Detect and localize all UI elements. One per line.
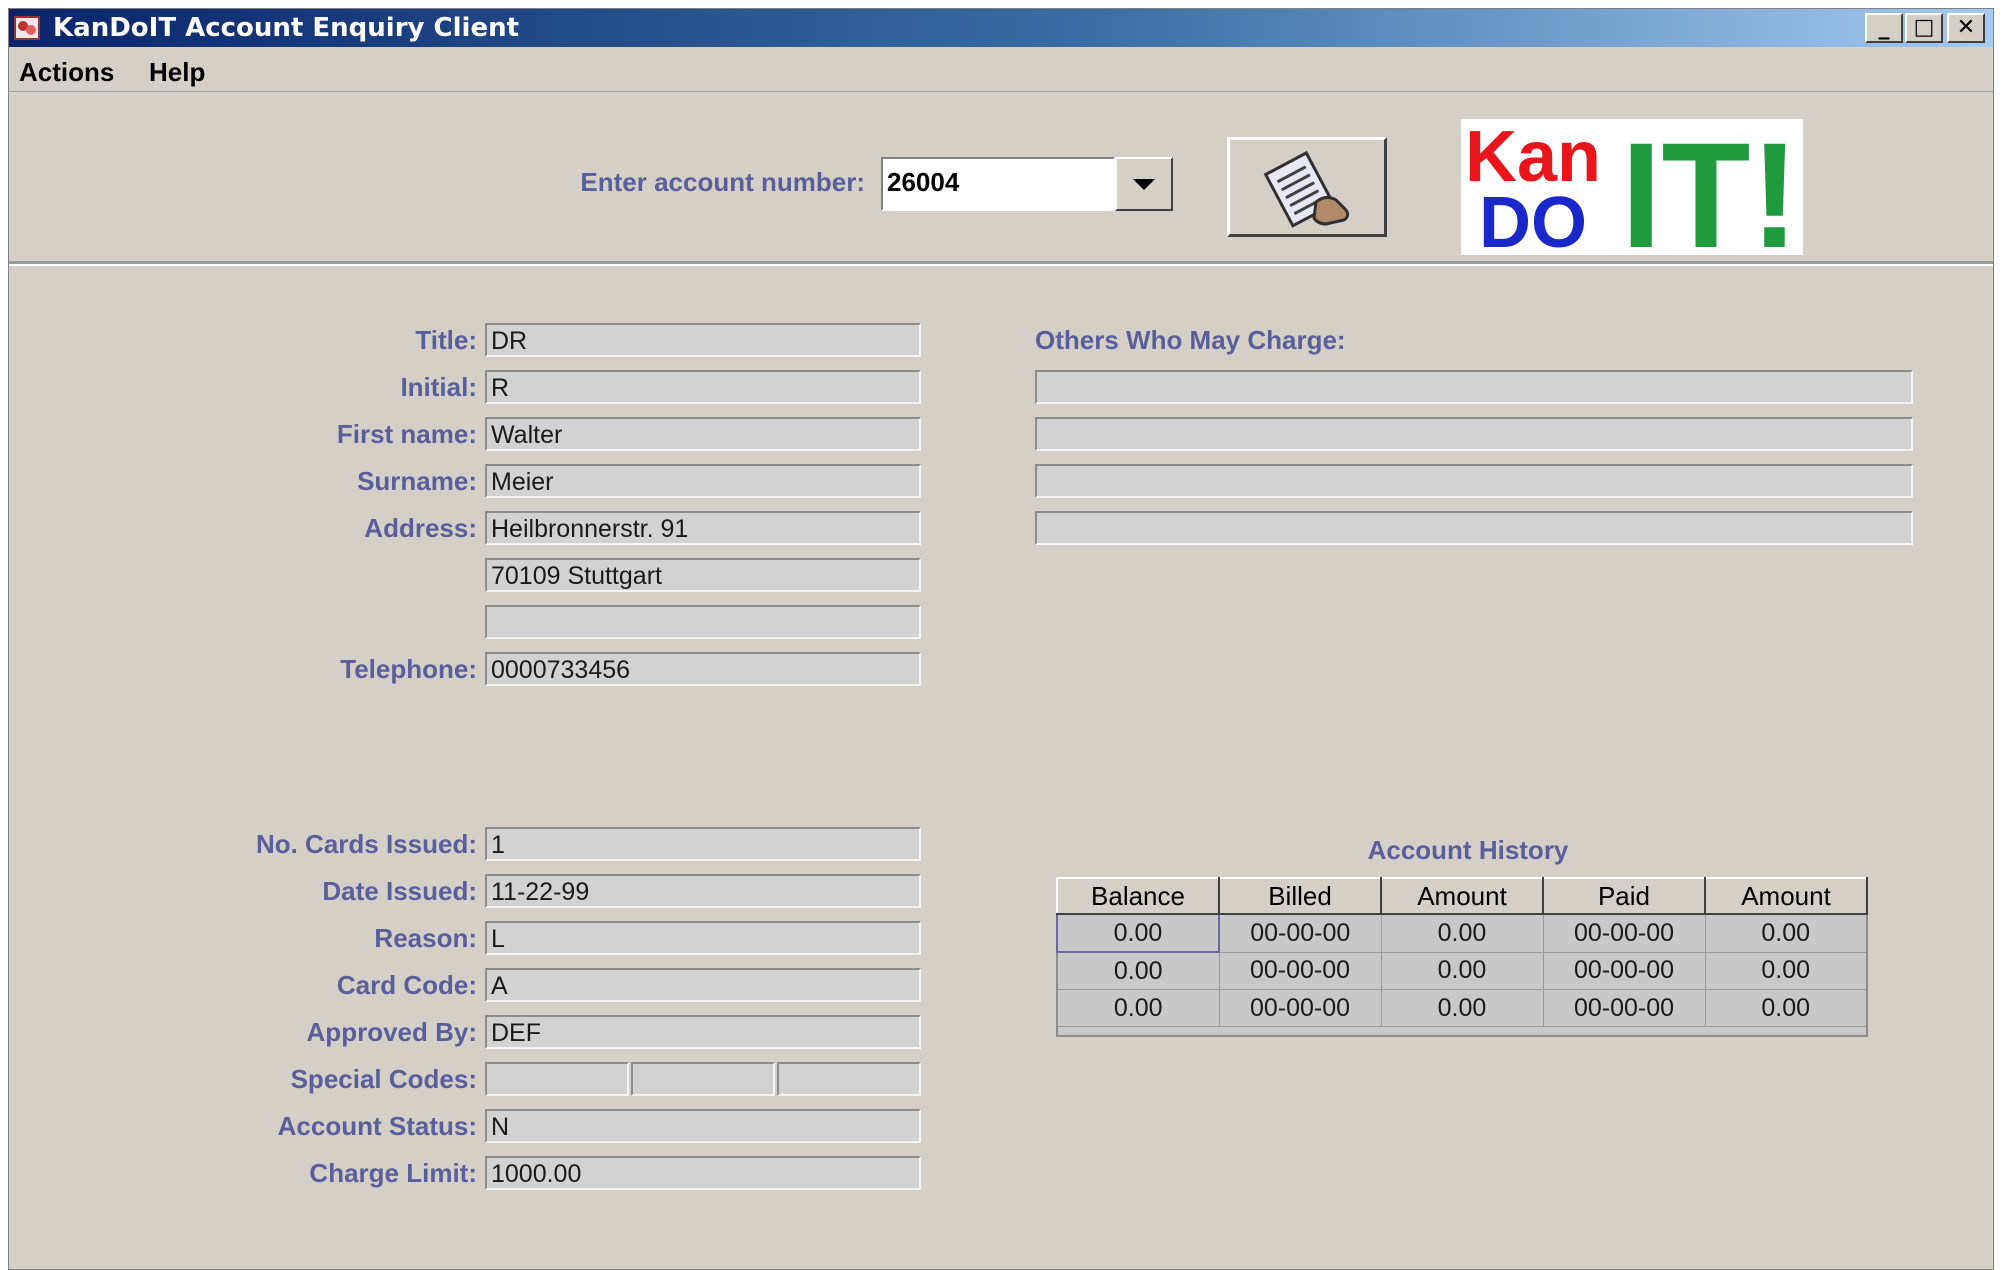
initial-label: Initial: [400,372,477,402]
app-icon [14,16,40,40]
approved-by-label: Approved By: [306,1017,477,1047]
account-status-label: Account Status: [277,1111,477,1141]
search-panel: Enter account number: 26004 Kan DO IT! [9,93,1993,279]
first-name-label: First name: [336,419,477,449]
telephone-label: Telephone: [340,654,477,684]
title-label: Title: [415,325,477,355]
account-history-title: Account History [1367,835,1569,865]
table-row[interactable]: 0.00 00-00-00 0.00 00-00-00 0.00 [1056,913,1868,953]
table-cell[interactable]: 0.00 [1056,913,1220,953]
other-charger-field-2[interactable] [1035,417,1913,451]
table-cell[interactable]: 0.00 [1380,913,1544,953]
others-who-may-charge-label: Others Who May Charge: [1035,325,1346,355]
reason-label: Reason: [374,923,477,953]
app-window: KanDoIT Account Enquiry Client _ □ ✕ Act… [8,8,1994,1270]
table-cell[interactable]: 0.00 [1704,951,1868,990]
menu-bar: Actions Help [9,49,1993,92]
table-cell[interactable]: 00-00-00 [1542,913,1706,953]
date-issued-label: Date Issued: [322,876,477,906]
table-cell[interactable]: 0.00 [1704,989,1868,1027]
first-name-field[interactable]: Walter [485,417,921,451]
other-charger-field-4[interactable] [1035,511,1913,545]
cards-issued-label: No. Cards Issued: [255,829,477,859]
table-cell[interactable]: 0.00 [1704,913,1868,953]
account-history-header-row: Balance Billed Amount Paid Amount [1056,877,1868,915]
account-status-field[interactable]: N [485,1109,921,1143]
title-bar: KanDoIT Account Enquiry Client _ □ ✕ [9,9,1993,47]
account-history-table: Balance Billed Amount Paid Amount 0.00 0… [1056,877,1868,1037]
column-header-billed[interactable]: Billed [1218,877,1382,915]
table-cell[interactable]: 0.00 [1380,989,1544,1027]
address-line-3-field[interactable] [485,605,921,639]
card-code-label: Card Code: [336,970,477,1000]
address-label: Address: [364,513,477,543]
column-header-paid[interactable]: Paid [1542,877,1706,915]
chevron-down-icon [1133,179,1155,190]
maximize-button[interactable]: □ [1905,13,1943,43]
other-charger-field-1[interactable] [1035,370,1913,404]
surname-field[interactable]: Meier [485,464,921,498]
table-cell[interactable]: 0.00 [1056,951,1220,990]
table-cell[interactable]: 00-00-00 [1542,989,1706,1027]
menu-actions[interactable]: Actions [19,57,114,88]
address-line-2-field[interactable]: 70109 Stuttgart [485,558,921,592]
document-hand-icon [1263,150,1350,228]
approved-by-field[interactable]: DEF [485,1015,921,1049]
svg-text:IT!: IT! [1621,119,1799,255]
minimize-button[interactable]: _ [1865,13,1903,43]
lookup-button[interactable] [1227,137,1387,237]
window-title: KanDoIT Account Enquiry Client [53,13,520,43]
column-header-balance[interactable]: Balance [1056,877,1220,915]
charge-limit-field[interactable]: 1000.00 [485,1156,921,1190]
table-cell[interactable]: 0.00 [1380,951,1544,990]
address-line-1-field[interactable]: Heilbronnerstr. 91 [485,511,921,545]
account-number-dropdown-button[interactable] [1115,157,1173,211]
table-cell[interactable]: 00-00-00 [1218,913,1382,953]
table-cell[interactable]: 00-00-00 [1218,951,1382,990]
special-code-field-2[interactable] [631,1062,775,1096]
surname-label: Surname: [357,466,477,496]
initial-field[interactable]: R [485,370,921,404]
table-cell[interactable]: 00-00-00 [1218,989,1382,1027]
close-button[interactable]: ✕ [1947,13,1985,43]
title-field[interactable]: DR [485,323,921,357]
menu-help[interactable]: Help [149,57,205,88]
card-code-field[interactable]: A [485,968,921,1002]
special-code-field-1[interactable] [485,1062,629,1096]
reason-field[interactable]: L [485,921,921,955]
other-charger-field-3[interactable] [1035,464,1913,498]
special-code-field-3[interactable] [777,1062,921,1096]
column-header-amount-paid[interactable]: Amount [1704,877,1868,915]
kandoit-logo: Kan DO IT! [1461,111,1803,279]
account-number-label: Enter account number: [580,167,865,197]
date-issued-field[interactable]: 11-22-99 [485,874,921,908]
account-number-input[interactable]: 26004 [881,157,1115,211]
table-row[interactable]: 0.00 00-00-00 0.00 00-00-00 0.00 [1056,951,1868,990]
special-codes-label: Special Codes: [290,1064,477,1094]
column-header-amount[interactable]: Amount [1380,877,1544,915]
table-row[interactable]: 0.00 00-00-00 0.00 00-00-00 0.00 [1056,989,1868,1027]
table-cell[interactable]: 0.00 [1056,989,1220,1027]
charge-limit-label: Charge Limit: [309,1158,477,1188]
table-cell[interactable]: 00-00-00 [1542,951,1706,990]
svg-text:DO: DO [1479,183,1587,255]
telephone-field[interactable]: 0000733456 [485,652,921,686]
cards-issued-field[interactable]: 1 [485,827,921,861]
